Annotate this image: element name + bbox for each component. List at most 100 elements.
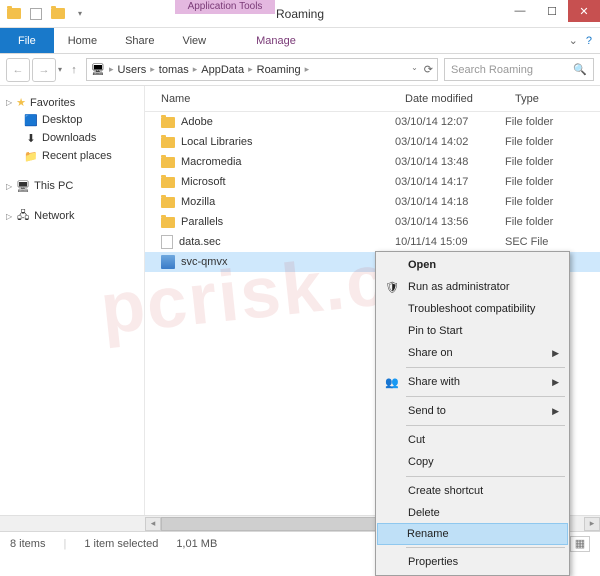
close-button[interactable]: ✕ xyxy=(568,0,600,22)
sidebar-item-label: Network xyxy=(34,210,74,222)
submenu-arrow-icon: ▶ xyxy=(552,406,559,417)
status-size: 1,01 MB xyxy=(176,538,217,550)
tab-view[interactable]: View xyxy=(168,28,220,53)
ctx-runas[interactable]: 🛡Run as administrator xyxy=(378,276,567,298)
sidebar-favorites-label: Favorites xyxy=(30,97,75,109)
file-date: 10/11/14 15:09 xyxy=(395,236,505,248)
column-name[interactable]: Name xyxy=(145,93,395,105)
context-menu: Open 🛡Run as administrator Troubleshoot … xyxy=(375,251,570,576)
ctx-delete[interactable]: Delete xyxy=(378,502,567,524)
file-type: File folder xyxy=(505,156,600,168)
column-date[interactable]: Date modified xyxy=(395,93,505,105)
ctx-shareon[interactable]: Share on▶ xyxy=(378,342,567,364)
qat-dropdown-icon[interactable]: ▾ xyxy=(70,4,90,24)
qat-properties-icon[interactable] xyxy=(26,4,46,24)
share-icon: 👥 xyxy=(384,374,400,390)
application-icon xyxy=(161,255,175,269)
file-rows: Adobe03/10/14 12:07File folderLocal Libr… xyxy=(145,112,600,272)
tab-file[interactable]: File xyxy=(0,28,54,53)
ctx-sendto[interactable]: Send to ▶ xyxy=(378,400,567,422)
status-selected-count: 1 item selected xyxy=(84,538,158,550)
sidebar-item-label: Desktop xyxy=(42,114,82,126)
file-row[interactable]: Macromedia03/10/14 13:48File folder xyxy=(145,152,600,172)
file-row[interactable]: Mozilla03/10/14 14:18File folder xyxy=(145,192,600,212)
file-row[interactable]: data.sec10/11/14 15:09SEC File xyxy=(145,232,600,252)
sidebar-thispc[interactable]: ▷🖥This PC xyxy=(4,177,140,195)
sidebar-item-recent[interactable]: 📁Recent places xyxy=(4,147,140,165)
chevron-right-icon[interactable]: ▸ xyxy=(305,64,310,75)
address-bar[interactable]: 🖥 ▸ Users ▸ tomas ▸ AppData ▸ Roaming ▸ … xyxy=(86,58,438,81)
qat-folder-icon[interactable] xyxy=(4,4,24,24)
tab-home[interactable]: Home xyxy=(54,28,111,53)
chevron-right-icon[interactable]: ▸ xyxy=(150,64,155,75)
file-name: Local Libraries xyxy=(181,136,253,148)
nav-up-button[interactable]: ↑ xyxy=(64,60,84,80)
ctx-shortcut[interactable]: Create shortcut xyxy=(378,480,567,502)
folder-icon xyxy=(161,217,175,228)
nav-history-dropdown[interactable]: ▾ xyxy=(58,65,62,74)
column-headers: Name Date modified Type xyxy=(145,86,600,112)
folder-icon xyxy=(161,157,175,168)
ctx-sharewith[interactable]: 👥Share with▶ xyxy=(378,371,567,393)
file-date: 03/10/14 13:48 xyxy=(395,156,505,168)
sidebar-network[interactable]: ▷🖧Network xyxy=(4,207,140,225)
file-type: File folder xyxy=(505,136,600,148)
ctx-copy[interactable]: Copy xyxy=(378,451,567,473)
ctx-cut[interactable]: Cut xyxy=(378,429,567,451)
file-type: File folder xyxy=(505,196,600,208)
chevron-right-icon[interactable]: ▸ xyxy=(248,64,253,75)
scroll-left-button[interactable]: ◂ xyxy=(145,517,161,531)
sidebar-item-desktop[interactable]: 🟦Desktop xyxy=(4,111,140,129)
file-row[interactable]: Local Libraries03/10/14 14:02File folder xyxy=(145,132,600,152)
refresh-icon[interactable]: ⟳ xyxy=(424,63,433,76)
column-type[interactable]: Type xyxy=(505,93,600,105)
view-icons-button[interactable]: ▦ xyxy=(570,536,590,552)
pc-icon: 🖥 xyxy=(16,179,30,193)
downloads-icon: ⬇ xyxy=(24,131,38,145)
file-row[interactable]: Parallels03/10/14 13:56File folder xyxy=(145,212,600,232)
recent-icon: 📁 xyxy=(24,149,38,163)
address-dropdown-icon[interactable]: ⌄ xyxy=(411,63,418,76)
search-icon: 🔍 xyxy=(573,63,587,76)
file-date: 03/10/14 13:56 xyxy=(395,216,505,228)
file-name: Adobe xyxy=(181,116,213,128)
maximize-button[interactable]: ☐ xyxy=(536,0,568,22)
ribbon: File Home Share View Manage ⌄ ? xyxy=(0,28,600,54)
qat-newfolder-icon[interactable] xyxy=(48,4,68,24)
breadcrumb-tomas[interactable]: tomas xyxy=(159,64,189,76)
file-name: Mozilla xyxy=(181,196,215,208)
sidebar-favorites-header[interactable]: ▷★Favorites xyxy=(4,94,140,111)
quick-access-toolbar: ▾ xyxy=(0,4,90,24)
chevron-right-icon[interactable]: ▸ xyxy=(109,64,114,75)
file-date: 03/10/14 12:07 xyxy=(395,116,505,128)
file-icon xyxy=(161,235,173,249)
ribbon-expand-icon[interactable]: ⌄ xyxy=(569,34,578,47)
tab-share[interactable]: Share xyxy=(111,28,168,53)
ctx-label: Run as administrator xyxy=(408,281,510,293)
title-bar: ▾ Application Tools Roaming — ☐ ✕ xyxy=(0,0,600,28)
breadcrumb-roaming[interactable]: Roaming xyxy=(257,64,301,76)
ctx-properties[interactable]: Properties xyxy=(378,551,567,573)
minimize-button[interactable]: — xyxy=(504,0,536,22)
file-row[interactable]: Adobe03/10/14 12:07File folder xyxy=(145,112,600,132)
nav-back-button[interactable]: ← xyxy=(6,58,30,82)
search-input[interactable]: Search Roaming 🔍 xyxy=(444,58,594,81)
network-icon: 🖧 xyxy=(16,209,30,223)
ctx-pin[interactable]: Pin to Start xyxy=(378,320,567,342)
nav-forward-button[interactable]: → xyxy=(32,58,56,82)
ctx-open[interactable]: Open xyxy=(378,254,567,276)
help-icon[interactable]: ? xyxy=(586,35,592,47)
breadcrumb-appdata[interactable]: AppData xyxy=(201,64,244,76)
ctx-troubleshoot[interactable]: Troubleshoot compatibility xyxy=(378,298,567,320)
file-row[interactable]: Microsoft03/10/14 14:17File folder xyxy=(145,172,600,192)
nav-bar: ← → ▾ ↑ 🖥 ▸ Users ▸ tomas ▸ AppData ▸ Ro… xyxy=(0,54,600,86)
folder-icon xyxy=(161,137,175,148)
chevron-right-icon[interactable]: ▸ xyxy=(193,64,198,75)
breadcrumb-users[interactable]: Users xyxy=(118,64,147,76)
sidebar-item-downloads[interactable]: ⬇Downloads xyxy=(4,129,140,147)
ctx-rename[interactable]: Rename xyxy=(377,523,568,545)
content-area: ▷★Favorites 🟦Desktop ⬇Downloads 📁Recent … xyxy=(0,86,600,526)
scroll-right-button[interactable]: ▸ xyxy=(584,517,600,531)
ctx-label: Send to xyxy=(408,405,446,417)
tab-manage[interactable]: Manage xyxy=(242,28,310,53)
